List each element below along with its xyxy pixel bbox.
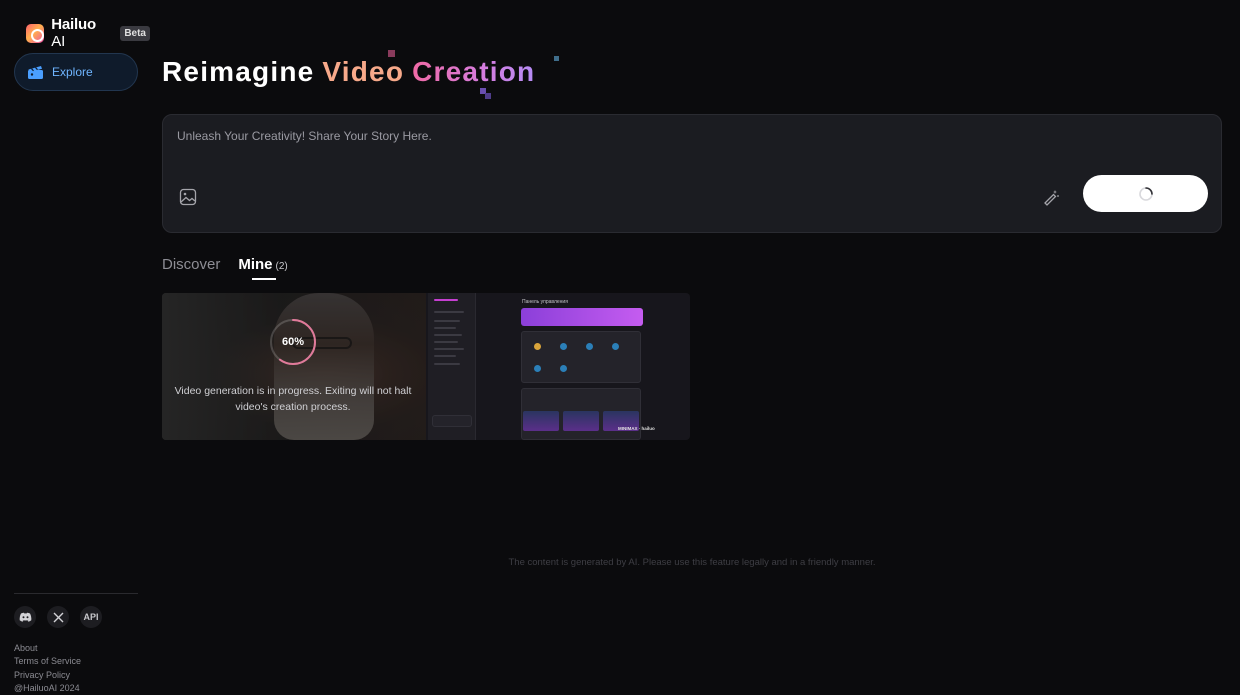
video-preview-portrait [162,293,426,440]
image-icon [179,188,197,206]
tab-label: Mine [238,256,273,273]
prompt-input[interactable] [177,129,1057,143]
progress-label: 60% [281,336,305,348]
gallery-tabs: Discover Mine (2) [162,256,288,273]
sidebar: Hailuo AI Beta Explore API About Terms o… [0,0,150,695]
sidebar-item-explore[interactable]: Explore [14,53,138,91]
title-word-reimagine: Reimagine [162,56,315,87]
tab-mine[interactable]: Mine (2) [238,256,287,273]
title-word-creation: Creation [412,56,536,87]
sidebar-divider [14,593,138,594]
api-link[interactable]: API [80,606,102,628]
x-twitter-link[interactable] [47,606,69,628]
magic-wand-icon [1044,190,1059,206]
privacy-policy-link[interactable]: Privacy Policy [14,669,81,682]
page-title: Reimagine Video Creation [162,56,535,88]
mock-brand: MINIMAX · hailuo [618,426,655,431]
brand-name: Hailuo AI [51,16,96,50]
upload-image-button[interactable] [178,187,198,207]
discord-icon [19,612,31,622]
clapperboard-icon [28,65,43,79]
social-links: API [14,606,102,628]
decorative-pixel [554,56,559,61]
prompt-enhance-button[interactable] [1041,187,1061,207]
decorative-pixel [388,50,395,57]
tab-discover[interactable]: Discover [162,256,220,273]
generation-status-text: Video generation is in progress. Exiting… [174,385,412,413]
x-icon [53,612,63,622]
about-link[interactable]: About [14,642,81,655]
video-card[interactable]: Панель управления MINIMAX · hailuo 60% V… [162,293,690,440]
generate-button[interactable] [1083,175,1208,212]
copyright: @HailuoAI 2024 [14,682,80,693]
decorative-pixel [485,93,491,99]
prompt-box [162,114,1222,233]
tab-count: (2) [275,261,288,272]
brand-logo[interactable]: Hailuo AI Beta [26,16,150,50]
discord-link[interactable] [14,606,36,628]
loading-spinner-icon [1138,186,1153,201]
hailuo-logo-icon [26,23,45,43]
sidebar-item-label: Explore [52,65,93,79]
terms-of-service-link[interactable]: Terms of Service [14,655,81,668]
footer-links: About Terms of Service Privacy Policy @H… [14,642,81,695]
video-preview-dashboard: Панель управления MINIMAX · hailuo [426,293,690,440]
ai-content-disclaimer: The content is generated by AI. Please u… [508,557,876,568]
beta-badge: Beta [120,25,150,41]
active-tab-indicator [252,278,276,280]
title-word-video: Video [322,56,405,87]
mock-panel-title: Панель управления [522,299,568,305]
